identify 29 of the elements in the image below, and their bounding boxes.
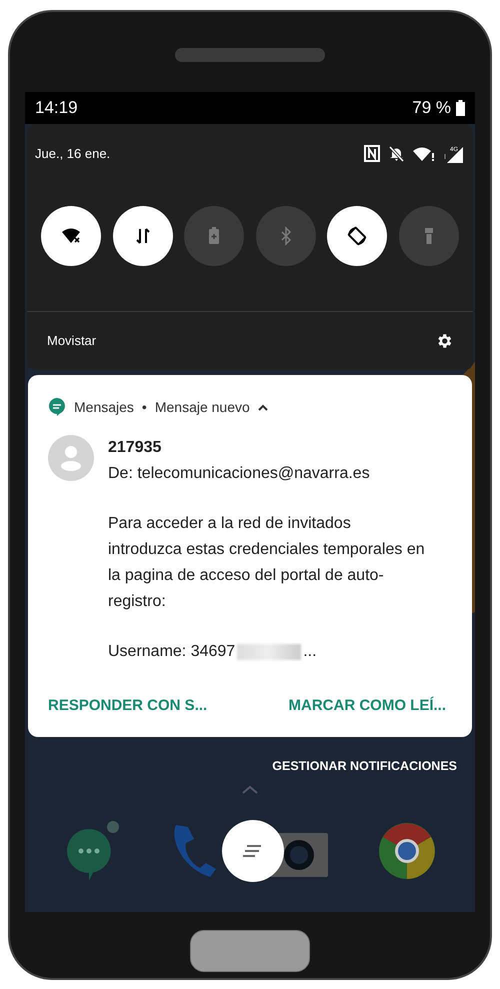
carrier-name: Movistar bbox=[47, 332, 96, 350]
sender-number: 217935 bbox=[108, 438, 162, 458]
blurred-region bbox=[237, 644, 302, 660]
caret-icon[interactable] bbox=[258, 403, 268, 411]
message-body: Para acceder a la red de invitados introduzca estas credenciales temporales en la pagina de acceso del portal de auto-registro: bbox=[108, 514, 426, 612]
username-line: Username: 34697 bbox=[108, 642, 236, 662]
browser-logo-icon[interactable] bbox=[379, 823, 435, 880]
home-button[interactable] bbox=[190, 930, 310, 972]
manage-notifications-button[interactable]: GESTIONAR NOTIFICACIONES bbox=[272, 756, 457, 776]
ellipsis-text: ... bbox=[303, 642, 317, 662]
wifi-off-icon bbox=[61, 226, 81, 246]
battery-level: 79 % bbox=[412, 97, 451, 120]
separator-dot: • bbox=[142, 398, 147, 416]
sender-address: De: telecomunicaciones@navarra.es bbox=[108, 464, 371, 484]
notification-action-button[interactable]: RESPONDER CON S... bbox=[48, 694, 208, 717]
notification-action-button[interactable]: MARCAR COMO LEÍ... bbox=[288, 694, 446, 717]
app-name: Mensajes bbox=[74, 398, 134, 417]
notification-category: Mensaje nuevo bbox=[154, 398, 250, 417]
messages-app-icon bbox=[48, 397, 66, 417]
rotate-icon bbox=[347, 226, 368, 246]
date-label: Jue., 16 ene. bbox=[35, 145, 110, 163]
status-time: 14:19 bbox=[35, 97, 78, 120]
wifi-alert-icon bbox=[413, 146, 435, 162]
lines-icon bbox=[243, 845, 263, 858]
battery-icon bbox=[456, 100, 465, 116]
notification-card[interactable] bbox=[28, 374, 472, 736]
nfc-icon bbox=[364, 145, 380, 162]
avatar-icon bbox=[48, 434, 94, 480]
muted-bell-icon bbox=[388, 145, 405, 162]
